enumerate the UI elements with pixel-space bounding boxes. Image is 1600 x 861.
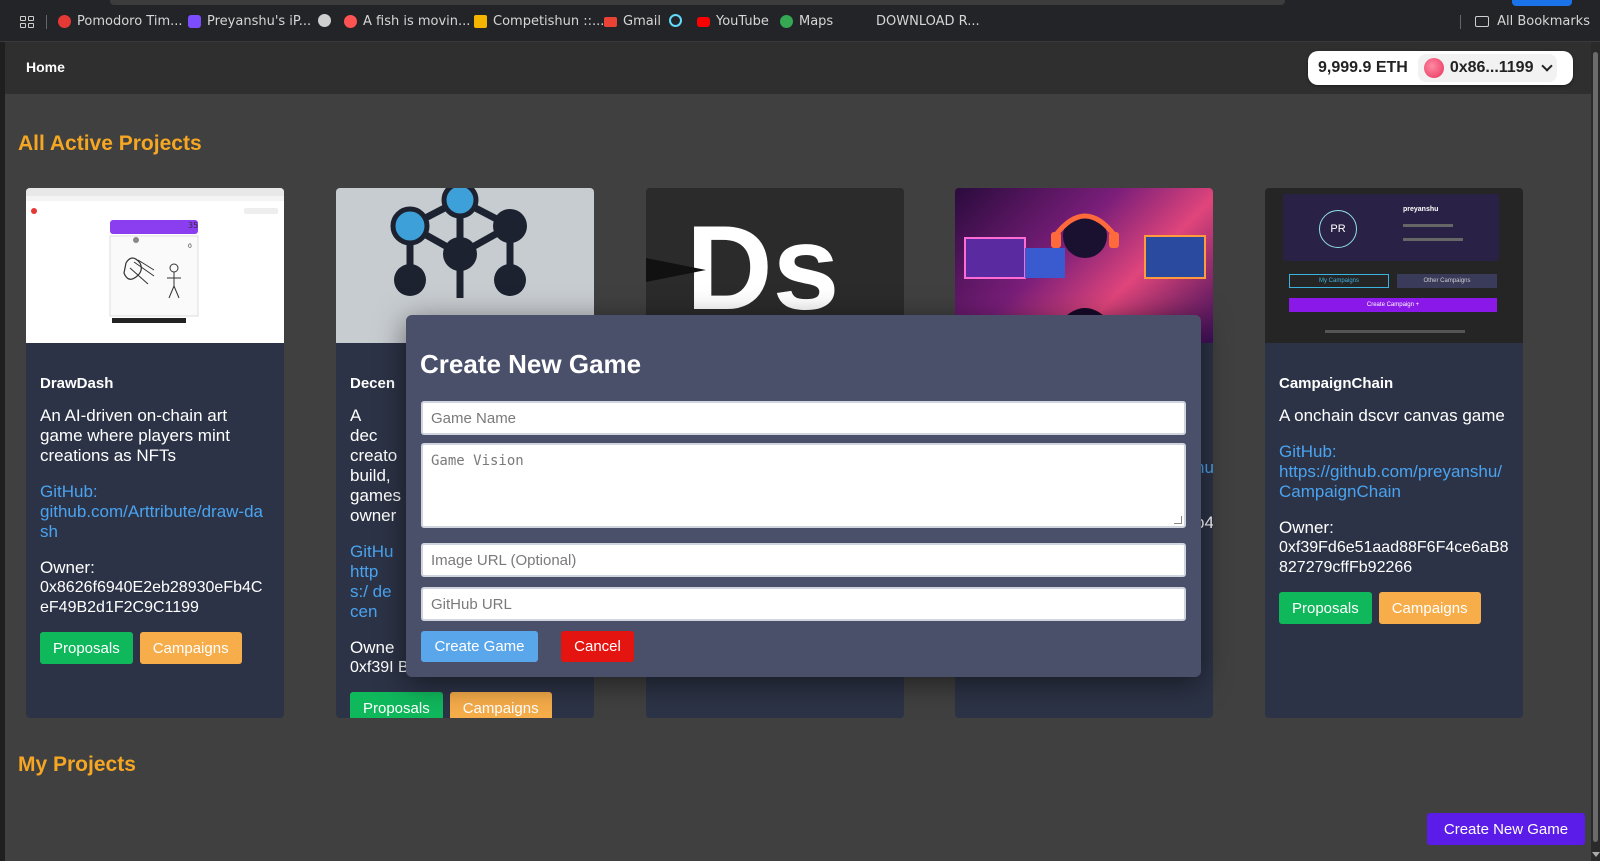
owner-label: Owner: [1279, 518, 1334, 537]
github-url-input[interactable]: GitHub URL [421, 587, 1186, 621]
image-url-input[interactable]: Image URL (Optional) [421, 543, 1186, 577]
bookmarks-bar: Pomodoro Tim... Preyanshu's iP... A fish… [0, 0, 1600, 42]
bookmark-youtube[interactable]: YouTube [697, 14, 769, 29]
competishun-icon [474, 15, 487, 28]
bookmark-maps[interactable]: Maps [780, 14, 833, 29]
project-thumbnail: PR preyanshu My Campaigns Other Campaign… [1265, 188, 1523, 343]
youtube-icon [697, 16, 710, 27]
modal-title: Create New Game [420, 349, 642, 379]
ds-logo-text: Ds [686, 201, 840, 335]
thumb-tab-other-campaigns: Other Campaigns [1397, 274, 1497, 288]
github-link[interactable]: https:/ decen [350, 562, 396, 622]
campaigns-button[interactable]: Campaigns [449, 692, 552, 718]
game-name-input[interactable]: Game Name [421, 401, 1186, 435]
bookmark-globe[interactable] [318, 14, 331, 27]
navbar: Home 9,999.9 ETH 0x86...1199 [5, 42, 1591, 94]
project-thumbnail: 35 0 [26, 188, 284, 343]
profile-panel: PR preyanshu [1283, 194, 1499, 261]
all-bookmarks[interactable]: All Bookmarks [1460, 14, 1590, 29]
pomodoro-icon [58, 15, 71, 28]
bookmark-pomodoro[interactable]: Pomodoro Tim... [58, 14, 183, 29]
project-description: A onchain dscvr canvas game [1279, 406, 1505, 425]
divider [46, 15, 47, 29]
bookmark-download[interactable]: DOWNLOAD R... [876, 14, 980, 29]
all-active-projects-heading: All Active Projects [18, 132, 202, 155]
gmail-icon [604, 16, 617, 27]
proposals-button[interactable]: Proposals [40, 632, 133, 664]
scrollbar[interactable] [1591, 42, 1600, 861]
project-description: A dec creato build, games owner [350, 406, 402, 525]
react-icon [669, 14, 682, 27]
address-bar-edge [110, 0, 1285, 5]
drawdash-screenshot: 35 0 [26, 188, 284, 323]
bookmark-react[interactable] [669, 14, 682, 27]
wallet-avatar [1423, 58, 1444, 78]
tiktok-icon [344, 15, 357, 28]
proposals-button[interactable]: Proposals [350, 692, 443, 718]
campaigns-button[interactable]: Campaigns [1378, 592, 1481, 624]
project-description: An AI-driven on-chain art game where pla… [40, 406, 230, 465]
project-card-drawdash: 35 0 DrawDash An AI-driven on-chain art … [26, 188, 284, 718]
play-triangle-icon [646, 258, 706, 282]
game-vision-placeholder: Game Vision [431, 453, 524, 469]
bookmark-fish[interactable]: A fish is movin... [344, 14, 470, 29]
thumb-username: preyanshu [1403, 206, 1439, 213]
profile-button-edge[interactable] [1512, 0, 1572, 6]
github-label: GitHub: [1279, 442, 1337, 461]
svg-text:35: 35 [188, 221, 198, 230]
create-game-button[interactable]: Create Game [421, 631, 538, 662]
folder-icon [1475, 16, 1490, 27]
owner-address: 0x8626f6940E2eb28930eFb4CeF49B2d1F2C9C11… [40, 579, 263, 616]
create-game-modal: Create New Game Game Name Game Vision Im… [406, 315, 1201, 677]
apps-grid-icon[interactable] [20, 16, 34, 28]
thumb-create-campaign: Create Campaign + [1289, 298, 1497, 312]
cancel-button[interactable]: Cancel [561, 631, 634, 662]
app: Home 9,999.9 ETH 0x86...1199 All Active … [5, 42, 1591, 861]
owner-address: 0xf39Fd6e51aad88F6F4ce6aB8827279cffFb922… [1279, 539, 1509, 576]
wallet-account[interactable]: 0x86...1199 [1417, 54, 1558, 82]
proposals-button[interactable]: Proposals [1279, 592, 1372, 624]
github-label: GitHub: [40, 482, 98, 501]
nav-home-link[interactable]: Home [26, 59, 65, 75]
wallet-address: 0x86...1199 [1449, 59, 1534, 76]
github-link[interactable]: https://github.com/preyanshu/CampaignCha… [1279, 462, 1509, 502]
project-name: DrawDash [40, 375, 114, 392]
wallet-button[interactable]: 9,999.9 ETH 0x86...1199 [1308, 51, 1573, 85]
svg-text:0: 0 [188, 243, 192, 250]
globe-icon [318, 14, 331, 27]
my-projects-heading: My Projects [18, 753, 136, 776]
resize-grip-icon[interactable] [1174, 516, 1182, 524]
divider [1460, 14, 1462, 29]
campaigns-button[interactable]: Campaigns [139, 632, 242, 664]
bookmark-preyanshu[interactable]: Preyanshu's iP... [188, 14, 311, 29]
project-name: CampaignChain [1279, 375, 1394, 392]
bookmark-competishun[interactable]: Competishun ::... [474, 14, 604, 29]
wallet-balance: 9,999.9 ETH [1318, 59, 1408, 76]
scroll-down-arrow-icon[interactable] [1592, 852, 1600, 857]
github-link[interactable]: github.com/Arttribute/draw-dash [40, 502, 270, 542]
game-vision-textarea[interactable]: Game Vision [421, 443, 1186, 528]
create-new-game-button[interactable]: Create New Game [1427, 813, 1585, 845]
scrollbar-thumb[interactable] [1593, 52, 1598, 842]
project-card-campaignchain: PR preyanshu My Campaigns Other Campaign… [1265, 188, 1523, 718]
thumb-avatar: PR [1319, 210, 1357, 248]
owner-label: Owner: [40, 558, 95, 577]
app-icon [188, 15, 201, 28]
chevron-down-icon [1541, 60, 1554, 72]
thumb-tab-my-campaigns: My Campaigns [1289, 274, 1389, 288]
bookmark-gmail[interactable]: Gmail [604, 14, 661, 29]
maps-pin-icon [780, 15, 793, 28]
